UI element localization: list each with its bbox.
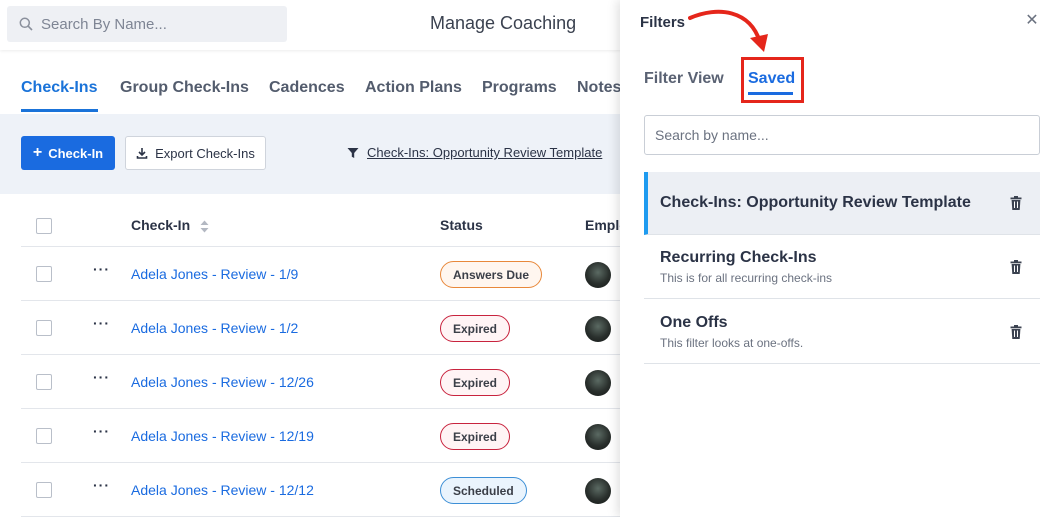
more-actions-icon[interactable]: ··· — [93, 477, 110, 493]
toolbar: + Check-In Export Check-Ins Check-Ins: O… — [0, 114, 640, 194]
annotation-arrow-icon — [688, 9, 768, 52]
tab-check-ins[interactable]: Check-Ins — [21, 79, 97, 97]
filters-drawer: Filters ✕ Filter View Saved Check-Ins: O… — [620, 0, 1058, 517]
trash-icon[interactable] — [1010, 196, 1022, 210]
table-header: Check-In Status Emplo — [21, 199, 641, 247]
table-row: ··· Adela Jones - Review - 12/12 Schedul… — [21, 463, 641, 517]
check-in-link[interactable]: Adela Jones - Review - 12/12 — [131, 482, 314, 498]
annotation-highlight-box — [741, 57, 804, 103]
check-in-link[interactable]: Adela Jones - Review - 1/2 — [131, 320, 298, 336]
avatar — [585, 424, 611, 450]
add-check-in-label: Check-In — [48, 145, 104, 161]
row-checkbox[interactable] — [36, 320, 52, 336]
row-checkbox[interactable] — [36, 482, 52, 498]
saved-filter-item[interactable]: Recurring Check-Ins This is for all recu… — [644, 235, 1040, 299]
table-row: ··· Adela Jones - Review - 1/2 Expired — [21, 301, 641, 355]
tab-action-plans[interactable]: Action Plans — [365, 79, 462, 97]
plus-icon: + — [32, 144, 43, 161]
active-tab-underline — [21, 109, 98, 112]
saved-filter-description: This filter looks at one-offs. — [660, 336, 804, 350]
status-badge: Answers Due — [440, 261, 543, 288]
row-checkbox[interactable] — [36, 374, 52, 390]
tab-filter-view[interactable]: Filter View — [644, 70, 724, 88]
tab-programs[interactable]: Programs — [482, 79, 557, 97]
search-icon — [19, 17, 33, 31]
column-header-check-in[interactable]: Check-In — [131, 217, 209, 233]
add-check-in-button[interactable]: + Check-In — [21, 136, 115, 170]
status-badge: Expired — [440, 369, 511, 396]
avatar — [585, 316, 611, 342]
close-icon[interactable]: ✕ — [1024, 10, 1040, 30]
drawer-title: Filters — [640, 14, 686, 31]
active-filter-label: Check-Ins: Opportunity Review Template — [367, 145, 603, 160]
trash-icon[interactable] — [1010, 260, 1022, 274]
page-title: Manage Coaching — [430, 13, 577, 33]
saved-filter-name: Recurring Check-Ins — [660, 249, 817, 266]
search-placeholder: Search By Name... — [41, 15, 167, 33]
search-input[interactable]: Search By Name... — [7, 6, 287, 42]
filter-icon — [347, 147, 359, 158]
tab-notes[interactable]: Notes — [577, 79, 621, 97]
trash-icon[interactable] — [1010, 325, 1022, 339]
row-checkbox[interactable] — [36, 428, 52, 444]
table-row: ··· Adela Jones - Review - 12/26 Expired — [21, 355, 641, 409]
saved-filter-description: This is for all recurring check-ins — [660, 271, 833, 285]
download-icon — [136, 148, 148, 159]
more-actions-icon[interactable]: ··· — [93, 369, 110, 385]
avatar — [585, 478, 611, 504]
tab-cadences[interactable]: Cadences — [269, 79, 345, 97]
sort-icon — [200, 220, 209, 233]
status-badge: Expired — [440, 315, 511, 342]
more-actions-icon[interactable]: ··· — [93, 315, 110, 331]
check-in-link[interactable]: Adela Jones - Review - 12/26 — [131, 374, 314, 390]
check-in-link[interactable]: Adela Jones - Review - 1/9 — [131, 266, 298, 282]
saved-filter-name: One Offs — [660, 314, 728, 331]
row-checkbox[interactable] — [36, 266, 52, 282]
status-badge: Scheduled — [440, 477, 527, 504]
saved-filters-search-field[interactable] — [644, 115, 1040, 155]
more-actions-icon[interactable]: ··· — [93, 423, 110, 439]
more-actions-icon[interactable]: ··· — [93, 261, 110, 277]
status-badge: Expired — [440, 423, 511, 450]
table-row: ··· Adela Jones - Review - 12/19 Expired — [21, 409, 641, 463]
select-all-checkbox[interactable] — [36, 218, 52, 234]
saved-filter-item[interactable]: One Offs This filter looks at one-offs. — [644, 299, 1040, 364]
saved-filter-name: Check-Ins: Opportunity Review Template — [660, 194, 971, 211]
table-row: ··· Adela Jones - Review - 1/9 Answers D… — [21, 247, 641, 301]
column-header-check-in-label: Check-In — [131, 217, 191, 233]
avatar — [585, 262, 611, 288]
avatar — [585, 370, 611, 396]
saved-filter-item[interactable]: Check-Ins: Opportunity Review Template — [644, 172, 1040, 235]
export-check-ins-label: Export Check-Ins — [155, 145, 255, 161]
tab-group-check-ins[interactable]: Group Check-Ins — [120, 79, 249, 97]
check-in-link[interactable]: Adela Jones - Review - 12/19 — [131, 428, 314, 444]
export-check-ins-button[interactable]: Export Check-Ins — [125, 136, 266, 170]
main-tabs: Check-Ins Group Check-Ins Cadences Actio… — [0, 64, 640, 114]
column-header-status[interactable]: Status — [440, 217, 483, 233]
active-filter-link[interactable]: Check-Ins: Opportunity Review Template — [347, 145, 602, 160]
saved-filters-search-input[interactable] — [655, 127, 1039, 143]
